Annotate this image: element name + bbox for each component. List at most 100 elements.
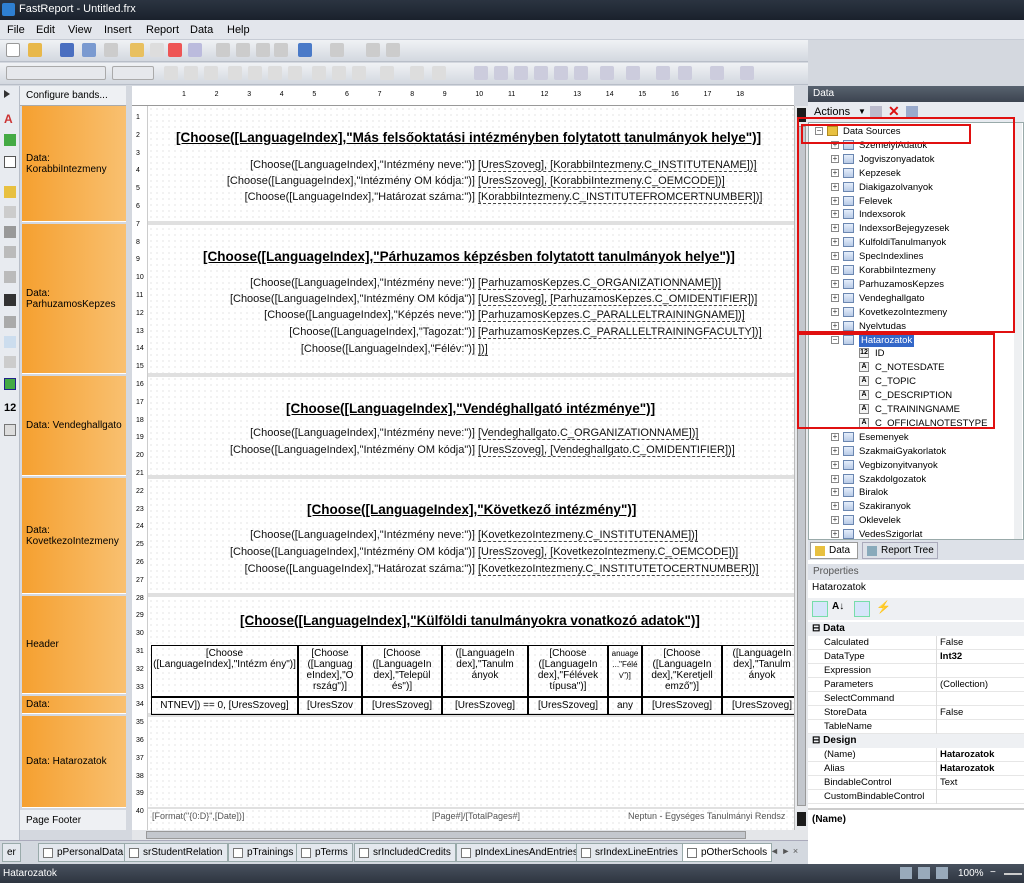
paste-icon[interactable] <box>256 43 270 57</box>
field-value[interactable]: ])] <box>478 343 488 356</box>
tree-item-table[interactable]: SzakmaiGyakorlatok <box>859 445 946 458</box>
property-row[interactable]: DataType Int32 <box>808 650 1024 664</box>
footer-page-field[interactable]: [Page#]/[TotalPages#] <box>432 811 520 821</box>
band-parhuzamoskepzes[interactable]: Data: ParhuzamosKepzes <box>22 224 126 374</box>
bold-icon[interactable] <box>164 66 178 80</box>
valign-top-icon[interactable] <box>312 66 326 80</box>
property-value[interactable]: Int32 <box>939 651 962 662</box>
field-label[interactable]: [Choose([LanguageIndex],"Intézmény neve:… <box>250 427 475 439</box>
justify-icon[interactable] <box>288 66 302 80</box>
zoom-page-icon[interactable] <box>900 867 912 879</box>
table-header-cell[interactable]: [Choose ([LanguageIn dex],"Keretjell emz… <box>642 645 722 697</box>
text-object-icon[interactable]: A <box>4 112 16 126</box>
copy-icon[interactable] <box>236 43 250 57</box>
section-title-korabbi[interactable]: [Choose([LanguageIndex],"Más felsőoktatá… <box>176 130 761 145</box>
table-header-cell[interactable]: [Choose ([LanguageIn dex],"Félévek típus… <box>528 645 608 697</box>
scroll-down-arrow-icon[interactable] <box>797 812 806 826</box>
text-color-icon[interactable] <box>380 66 394 80</box>
tree-scrollbar[interactable] <box>1014 123 1022 539</box>
tab-srincludedcredits[interactable]: srIncludedCredits <box>354 843 456 862</box>
property-grid[interactable]: ⊟ Data Calculated False DataType Int32 Expres… <box>808 622 1024 864</box>
report-page-canvas[interactable]: [Choose([LanguageIndex],"Más felsőoktatá… <box>148 106 794 830</box>
property-value[interactable]: False <box>939 637 963 648</box>
view-icon[interactable] <box>906 106 918 117</box>
tab-scroll-arrows-icon[interactable]: ◄ ► × <box>770 846 798 856</box>
section-title-kovetkezo[interactable]: [Choose([LanguageIndex],"Következő intéz… <box>307 502 636 517</box>
tree-item-table[interactable]: Esemenyek <box>859 431 909 444</box>
field-value[interactable]: [UresSzoveg], [KorabbiIntezmeny.C_INSTIT… <box>478 159 757 172</box>
line-icon[interactable] <box>4 226 16 238</box>
checkbox-object-icon[interactable] <box>4 356 16 368</box>
menu-data[interactable]: Data <box>190 24 213 36</box>
footer-date-field[interactable]: [Format("{0:D}",[Date])] <box>152 811 244 821</box>
edit-datasource-icon[interactable] <box>870 106 882 117</box>
barcode-icon[interactable] <box>4 294 16 306</box>
matrix-icon[interactable] <box>4 271 16 283</box>
band-hatarozatok[interactable]: Data: Hatarozatok <box>22 716 126 808</box>
line-color-icon[interactable] <box>656 66 670 80</box>
ungroup-icon[interactable] <box>386 43 400 57</box>
configure-bands-button[interactable]: Configure bands... <box>20 86 126 106</box>
expand-toggle-icon[interactable]: + <box>831 530 839 539</box>
menu-file[interactable]: File <box>7 24 25 36</box>
subreport-icon[interactable] <box>4 186 16 198</box>
field-value[interactable]: [KovetkezoIntezmeny.C_INSTITUTENAME])] <box>478 529 698 542</box>
field-value[interactable]: [KorabbiIntezmeny.C_INSTITUTEFROMCERTNUM… <box>478 191 763 204</box>
tree-item-table[interactable]: Vegbizonyitvanyok <box>859 459 938 472</box>
border-right-icon[interactable] <box>534 66 548 80</box>
property-value[interactable]: (Collection) <box>939 679 988 690</box>
band-header[interactable]: Header <box>22 596 126 694</box>
table-header-cell[interactable]: anuage ..."Félé v")] <box>608 645 642 697</box>
field-label[interactable]: [Choose([LanguageIndex],"Intézmény neve:… <box>250 159 475 171</box>
open-icon[interactable] <box>28 43 42 57</box>
tab-srstudentrelation[interactable]: srStudentRelation <box>124 843 228 862</box>
delete-page-icon[interactable] <box>168 43 182 57</box>
field-label[interactable]: [Choose([LanguageIndex],"Intézmény neve:… <box>250 277 475 289</box>
expand-toggle-icon[interactable]: + <box>831 460 839 469</box>
pointer-icon[interactable] <box>4 90 10 98</box>
field-label[interactable]: [Choose([LanguageIndex],"Intézmény OM kó… <box>227 175 475 187</box>
property-value[interactable]: Text <box>939 777 957 788</box>
field-label[interactable]: [Choose([LanguageIndex],"Intézmény OM kó… <box>230 293 475 305</box>
italic-icon[interactable] <box>184 66 198 80</box>
cut-icon[interactable] <box>216 43 230 57</box>
band-korabbiintezmeny[interactable]: Data: KorabbiIntezmeny <box>22 106 126 222</box>
menu-edit[interactable]: Edit <box>36 24 55 36</box>
expand-toggle-icon[interactable]: + <box>831 488 839 497</box>
tree-item-table[interactable]: Oklevelek <box>859 514 901 527</box>
property-row[interactable]: TableName <box>808 720 1024 734</box>
tab-pterms[interactable]: pTerms <box>296 843 353 862</box>
redo-icon[interactable] <box>330 43 344 57</box>
property-row[interactable]: (Name) Hatarozatok <box>808 748 1024 762</box>
font-name-select[interactable] <box>6 66 106 80</box>
property-row[interactable]: CustomBindableControl <box>808 790 1024 804</box>
tab-potherschools[interactable]: pOtherSchools <box>682 843 773 862</box>
tab-ppersonaldata[interactable]: pPersonalData <box>38 843 129 862</box>
table-header-cell[interactable]: ([LanguageIn dex],"Tanulm ányok <box>442 645 528 697</box>
picture-object-icon[interactable] <box>4 134 16 146</box>
property-category[interactable]: ⊟ Design <box>808 734 1024 748</box>
hscroll-thumb[interactable] <box>146 831 746 839</box>
expand-toggle-icon[interactable]: + <box>831 432 839 441</box>
property-row[interactable]: Parameters (Collection) <box>808 678 1024 692</box>
field-value[interactable]: [UresSzoveg], [KovetkezoIntezmeny.C_OEMC… <box>478 546 739 559</box>
tab-srindexlineentries[interactable]: srIndexLineEntries <box>576 843 683 862</box>
highlight-icon[interactable] <box>410 66 424 80</box>
field-value[interactable]: [ParhuzamosKepzes.C_PARALLELTRAININGFACU… <box>478 326 762 339</box>
expand-toggle-icon[interactable]: + <box>831 446 839 455</box>
rotate-icon[interactable] <box>432 66 446 80</box>
border-bottom-icon[interactable] <box>494 66 508 80</box>
border-all-icon[interactable] <box>554 66 568 80</box>
field-value[interactable]: [UresSzoveg], [KorabbiIntezmeny.C_OEMCOD… <box>478 175 725 188</box>
align-right-icon[interactable] <box>268 66 282 80</box>
line-style-icon[interactable] <box>710 66 724 80</box>
preview-icon[interactable] <box>104 43 118 57</box>
fill-color-icon[interactable] <box>626 66 640 80</box>
menu-report[interactable]: Report <box>146 24 179 36</box>
section-title-vendeghallgato[interactable]: [Choose([LanguageIndex],"Vendéghallgató … <box>286 401 655 416</box>
undo-icon[interactable] <box>298 43 312 57</box>
zoom-100-icon[interactable] <box>936 867 948 879</box>
font-size-select[interactable] <box>112 66 154 80</box>
table-header-cell[interactable]: [Choose ([LanguageIn dex],"Települ és")] <box>362 645 442 697</box>
table-data-cell[interactable]: any <box>608 697 642 715</box>
